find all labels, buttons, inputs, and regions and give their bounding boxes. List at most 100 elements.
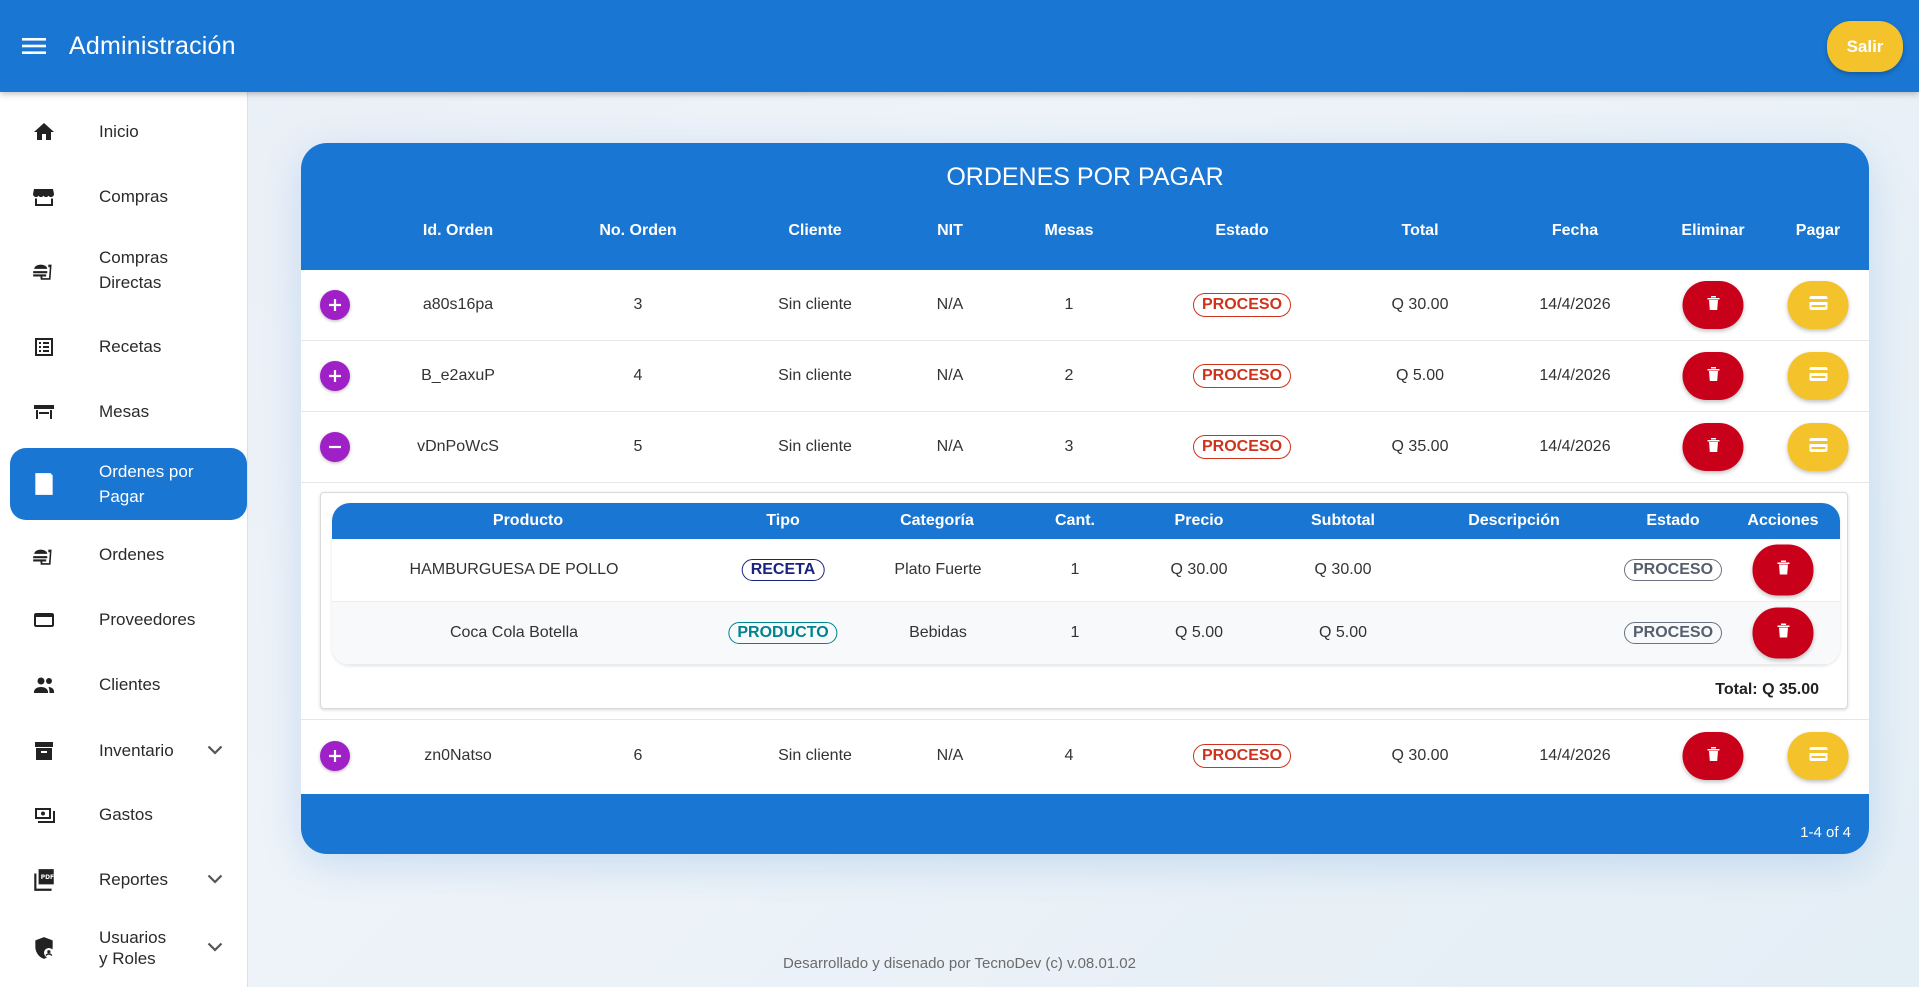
order-client: Sin cliente (778, 747, 852, 764)
detail-total: Total: Q 35.00 (1715, 681, 1819, 698)
order-date: 14/4/2026 (1539, 367, 1611, 384)
sidebar-item-label: Inicio (99, 122, 139, 142)
table-row: B_e2axuP 4 Sin cliente N/A 2 PROCESO Q 5… (301, 341, 1869, 412)
order-total: Q 5.00 (1395, 367, 1445, 384)
order-id: a80s16pa (422, 296, 494, 313)
product-category: Bebidas (909, 624, 967, 641)
table-icon (29, 397, 59, 427)
status-badge: PROCESO (1623, 559, 1723, 581)
expand-row-button[interactable] (320, 290, 350, 320)
expand-row-button[interactable] (320, 361, 350, 391)
delete-order-button[interactable] (1682, 423, 1744, 471)
sidebar-item-compras[interactable]: Compras (10, 173, 247, 221)
sidebar-item-label: Compras Directas (99, 247, 168, 293)
delete-order-button[interactable] (1682, 732, 1744, 780)
chevron-down-icon[interactable] (207, 742, 223, 760)
table-row: zn0Natso 6 Sin cliente N/A 4 PROCESO Q 3… (301, 719, 1869, 791)
order-id: B_e2axuP (421, 367, 495, 384)
trash-icon (1706, 295, 1720, 316)
collapse-row-button[interactable] (320, 432, 350, 462)
pay-order-button[interactable] (1787, 281, 1849, 329)
column-header: Total (1401, 222, 1439, 239)
order-total: Q 35.00 (1391, 438, 1449, 455)
pagination-label: 1-4 of 4 (1800, 824, 1851, 841)
detail-header: Producto Tipo Categoría Cant. Precio Sub… (332, 503, 1840, 539)
order-nit: N/A (936, 367, 964, 384)
order-client: Sin cliente (778, 438, 852, 455)
sidebar-item-compras-directas[interactable]: Compras Directas (10, 242, 247, 298)
column-header: No. Orden (599, 222, 677, 239)
chevron-down-icon[interactable] (207, 871, 223, 889)
order-tables: 4 (1064, 747, 1074, 764)
delete-item-button[interactable] (1752, 544, 1814, 596)
trash-icon (1776, 623, 1790, 644)
column-header: Fecha (1551, 222, 1599, 239)
home-icon (29, 117, 59, 147)
sidebar-item-recetas[interactable]: Recetas (10, 323, 247, 371)
type-badge: RECETA (741, 559, 825, 581)
sidebar-item-gastos[interactable]: Gastos (10, 791, 247, 839)
sidebar-item-label: Recetas (99, 337, 162, 357)
sidebar-item-reportes[interactable]: PDF Reportes (10, 856, 247, 904)
pay-order-button[interactable] (1787, 423, 1849, 471)
column-header: Eliminar (1681, 222, 1745, 239)
detail-row: HAMBURGUESA DE POLLO RECETA Plato Fuerte… (332, 539, 1840, 602)
order-number: 4 (633, 367, 643, 384)
pay-order-button[interactable] (1787, 732, 1849, 780)
delete-order-button[interactable] (1682, 352, 1744, 400)
detail-column-header: Cant. (1055, 512, 1095, 529)
detail-column-header: Acciones (1747, 512, 1819, 529)
column-header: NIT (937, 222, 963, 239)
trash-icon (1706, 437, 1720, 458)
table-row (301, 853, 1869, 854)
pay-order-button[interactable] (1787, 352, 1849, 400)
menu-icon[interactable] (17, 29, 51, 63)
sidebar-item-label: Ordenes (99, 545, 165, 565)
credit-card-icon (1808, 746, 1828, 767)
sidebar-item-inventario[interactable]: Inventario (10, 727, 247, 775)
detail-column-header: Precio (1174, 512, 1224, 529)
trash-icon (1706, 366, 1720, 387)
expand-row-button[interactable] (320, 741, 350, 771)
column-header: Estado (1215, 222, 1269, 239)
order-client: Sin cliente (778, 296, 852, 313)
sidebar-item-inicio[interactable]: Inicio (10, 108, 247, 156)
product-quantity: 1 (1070, 624, 1080, 641)
product-subtotal: Q 5.00 (1318, 624, 1368, 641)
column-header: Mesas (1044, 222, 1094, 239)
credit-card-icon (1808, 295, 1828, 316)
type-badge: PRODUCTO (728, 622, 838, 644)
order-date: 14/4/2026 (1539, 438, 1611, 455)
product-price: Q 5.00 (1174, 624, 1224, 641)
product-name: Coca Cola Botella (449, 624, 579, 641)
sidebar-item-ordenes-por-pagar[interactable]: Ordenes por Pagar (10, 448, 247, 520)
order-number: 3 (633, 296, 643, 313)
order-id: zn0Natso (424, 747, 492, 764)
orders-title: ORDENES POR PAGAR (946, 163, 1224, 191)
sidebar-item-ordenes[interactable]: Ordenes (10, 531, 247, 579)
trash-icon (1776, 560, 1790, 581)
pdf-icon: PDF (29, 865, 59, 895)
table-row: vDnPoWcS 5 Sin cliente N/A 3 PROCESO Q 3… (301, 412, 1869, 483)
order-nit: N/A (936, 296, 964, 313)
sidebar-item-clientes[interactable]: Clientes (10, 661, 247, 709)
sidebar-item-label: Mesas (99, 402, 150, 422)
delete-order-button[interactable] (1682, 281, 1744, 329)
order-date: 14/4/2026 (1539, 296, 1611, 313)
sidebar-item-proveedores[interactable]: Proveedores (10, 596, 247, 644)
order-client: Sin cliente (778, 367, 852, 384)
detail-column-header: Subtotal (1311, 512, 1375, 529)
order-tables: 3 (1064, 438, 1074, 455)
sidebar-item-mesas[interactable]: Mesas (10, 388, 247, 436)
detail-column-header: Producto (492, 512, 564, 529)
detail-column-header: Estado (1646, 512, 1700, 529)
receipt-icon (29, 469, 59, 499)
order-nit: N/A (936, 438, 964, 455)
sidebar-item-label: Inventario (99, 741, 174, 761)
sidebar-item-label: Compras (99, 187, 168, 207)
delete-item-button[interactable] (1752, 607, 1814, 659)
archive-icon (29, 736, 59, 766)
logout-button[interactable]: Salir (1827, 21, 1903, 72)
product-quantity: 1 (1070, 561, 1080, 578)
order-number: 5 (633, 438, 643, 455)
